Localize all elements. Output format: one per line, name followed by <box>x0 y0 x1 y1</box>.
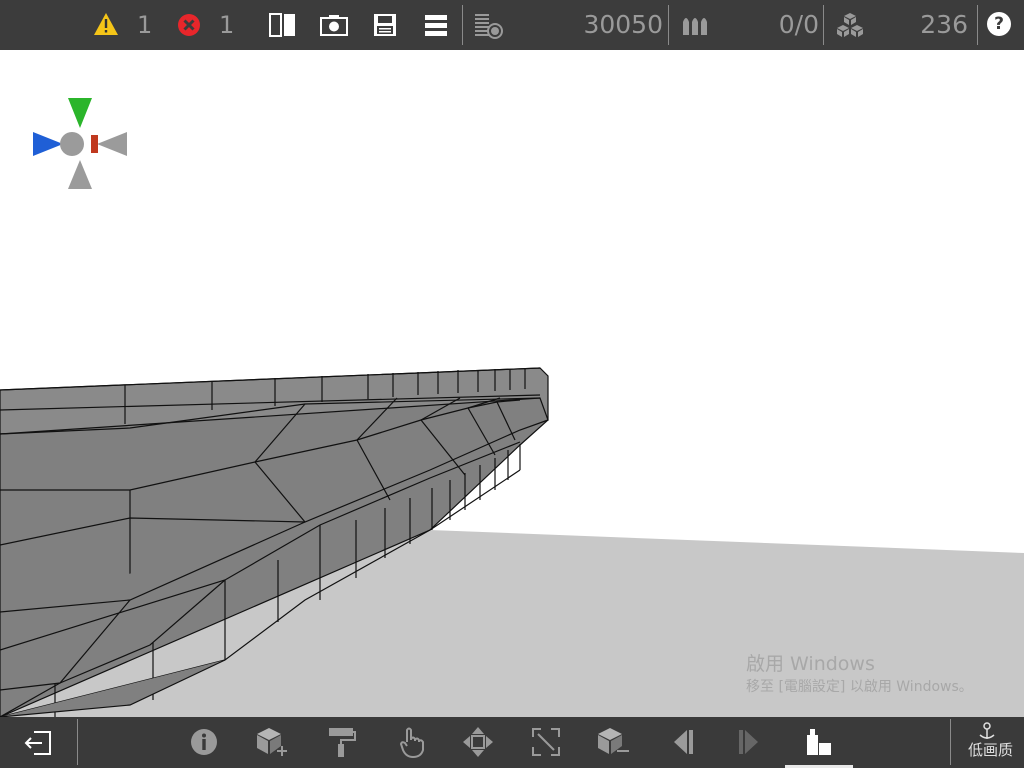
ammo-icon[interactable] <box>681 13 711 37</box>
hand-pointer-icon[interactable] <box>399 726 425 759</box>
warning-count: 1 <box>137 11 153 39</box>
quality-label: 低画质 <box>968 741 1014 759</box>
resize-icon[interactable] <box>531 727 561 757</box>
split-view-icon[interactable] <box>268 12 298 38</box>
gizmo-down-axis <box>68 160 92 189</box>
error-count: 1 <box>219 11 235 39</box>
gizmo-center <box>60 132 84 156</box>
blocks-icon[interactable] <box>835 11 865 39</box>
polygon-count: 30050 <box>583 10 663 39</box>
3d-viewport[interactable]: 啟用 Windows 移至 [電腦設定] 以啟用 Windows。 <box>0 50 1024 717</box>
orientation-gizmo[interactable] <box>30 97 130 193</box>
info-icon[interactable] <box>190 728 218 756</box>
remove-block-icon[interactable] <box>596 726 632 758</box>
layers-render-icon[interactable] <box>473 12 505 40</box>
divider <box>977 5 978 45</box>
bottom-toolbar: 低画质 <box>0 717 1024 768</box>
anchor-icon <box>979 722 995 739</box>
previous-icon[interactable] <box>671 728 697 756</box>
divider <box>823 5 824 45</box>
help-label: ? <box>994 14 1004 34</box>
exit-icon[interactable] <box>22 729 54 757</box>
warning-icon[interactable] <box>93 12 119 36</box>
scene-render <box>0 50 1024 717</box>
help-button[interactable]: ? <box>987 12 1011 36</box>
save-icon[interactable] <box>372 12 398 38</box>
next-icon[interactable] <box>736 728 762 756</box>
activation-watermark-title: 啟用 Windows <box>746 653 875 675</box>
gizmo-x-axis <box>97 132 127 156</box>
gizmo-y-axis <box>68 98 92 128</box>
add-block-icon[interactable] <box>255 726 291 758</box>
activation-watermark-subtitle: 移至 [電腦設定] 以啟用 Windows。 <box>746 679 973 695</box>
gizmo-z-axis <box>33 132 63 156</box>
divider <box>77 719 78 765</box>
move-arrows-icon[interactable] <box>462 726 494 758</box>
quality-toggle[interactable]: 低画质 <box>965 721 1020 765</box>
error-icon[interactable] <box>177 13 201 37</box>
divider <box>950 719 951 765</box>
divider <box>462 5 463 45</box>
ammo-value: 0/0 <box>778 10 819 39</box>
divider <box>668 5 669 45</box>
menu-icon[interactable] <box>424 13 448 37</box>
block-count: 236 <box>920 10 968 39</box>
top-toolbar: 1 1 30050 0/0 236 ? <box>0 0 1024 50</box>
paint-roller-icon[interactable] <box>327 726 357 758</box>
camera-icon[interactable] <box>319 12 349 38</box>
build-mode-icon[interactable] <box>804 727 834 757</box>
